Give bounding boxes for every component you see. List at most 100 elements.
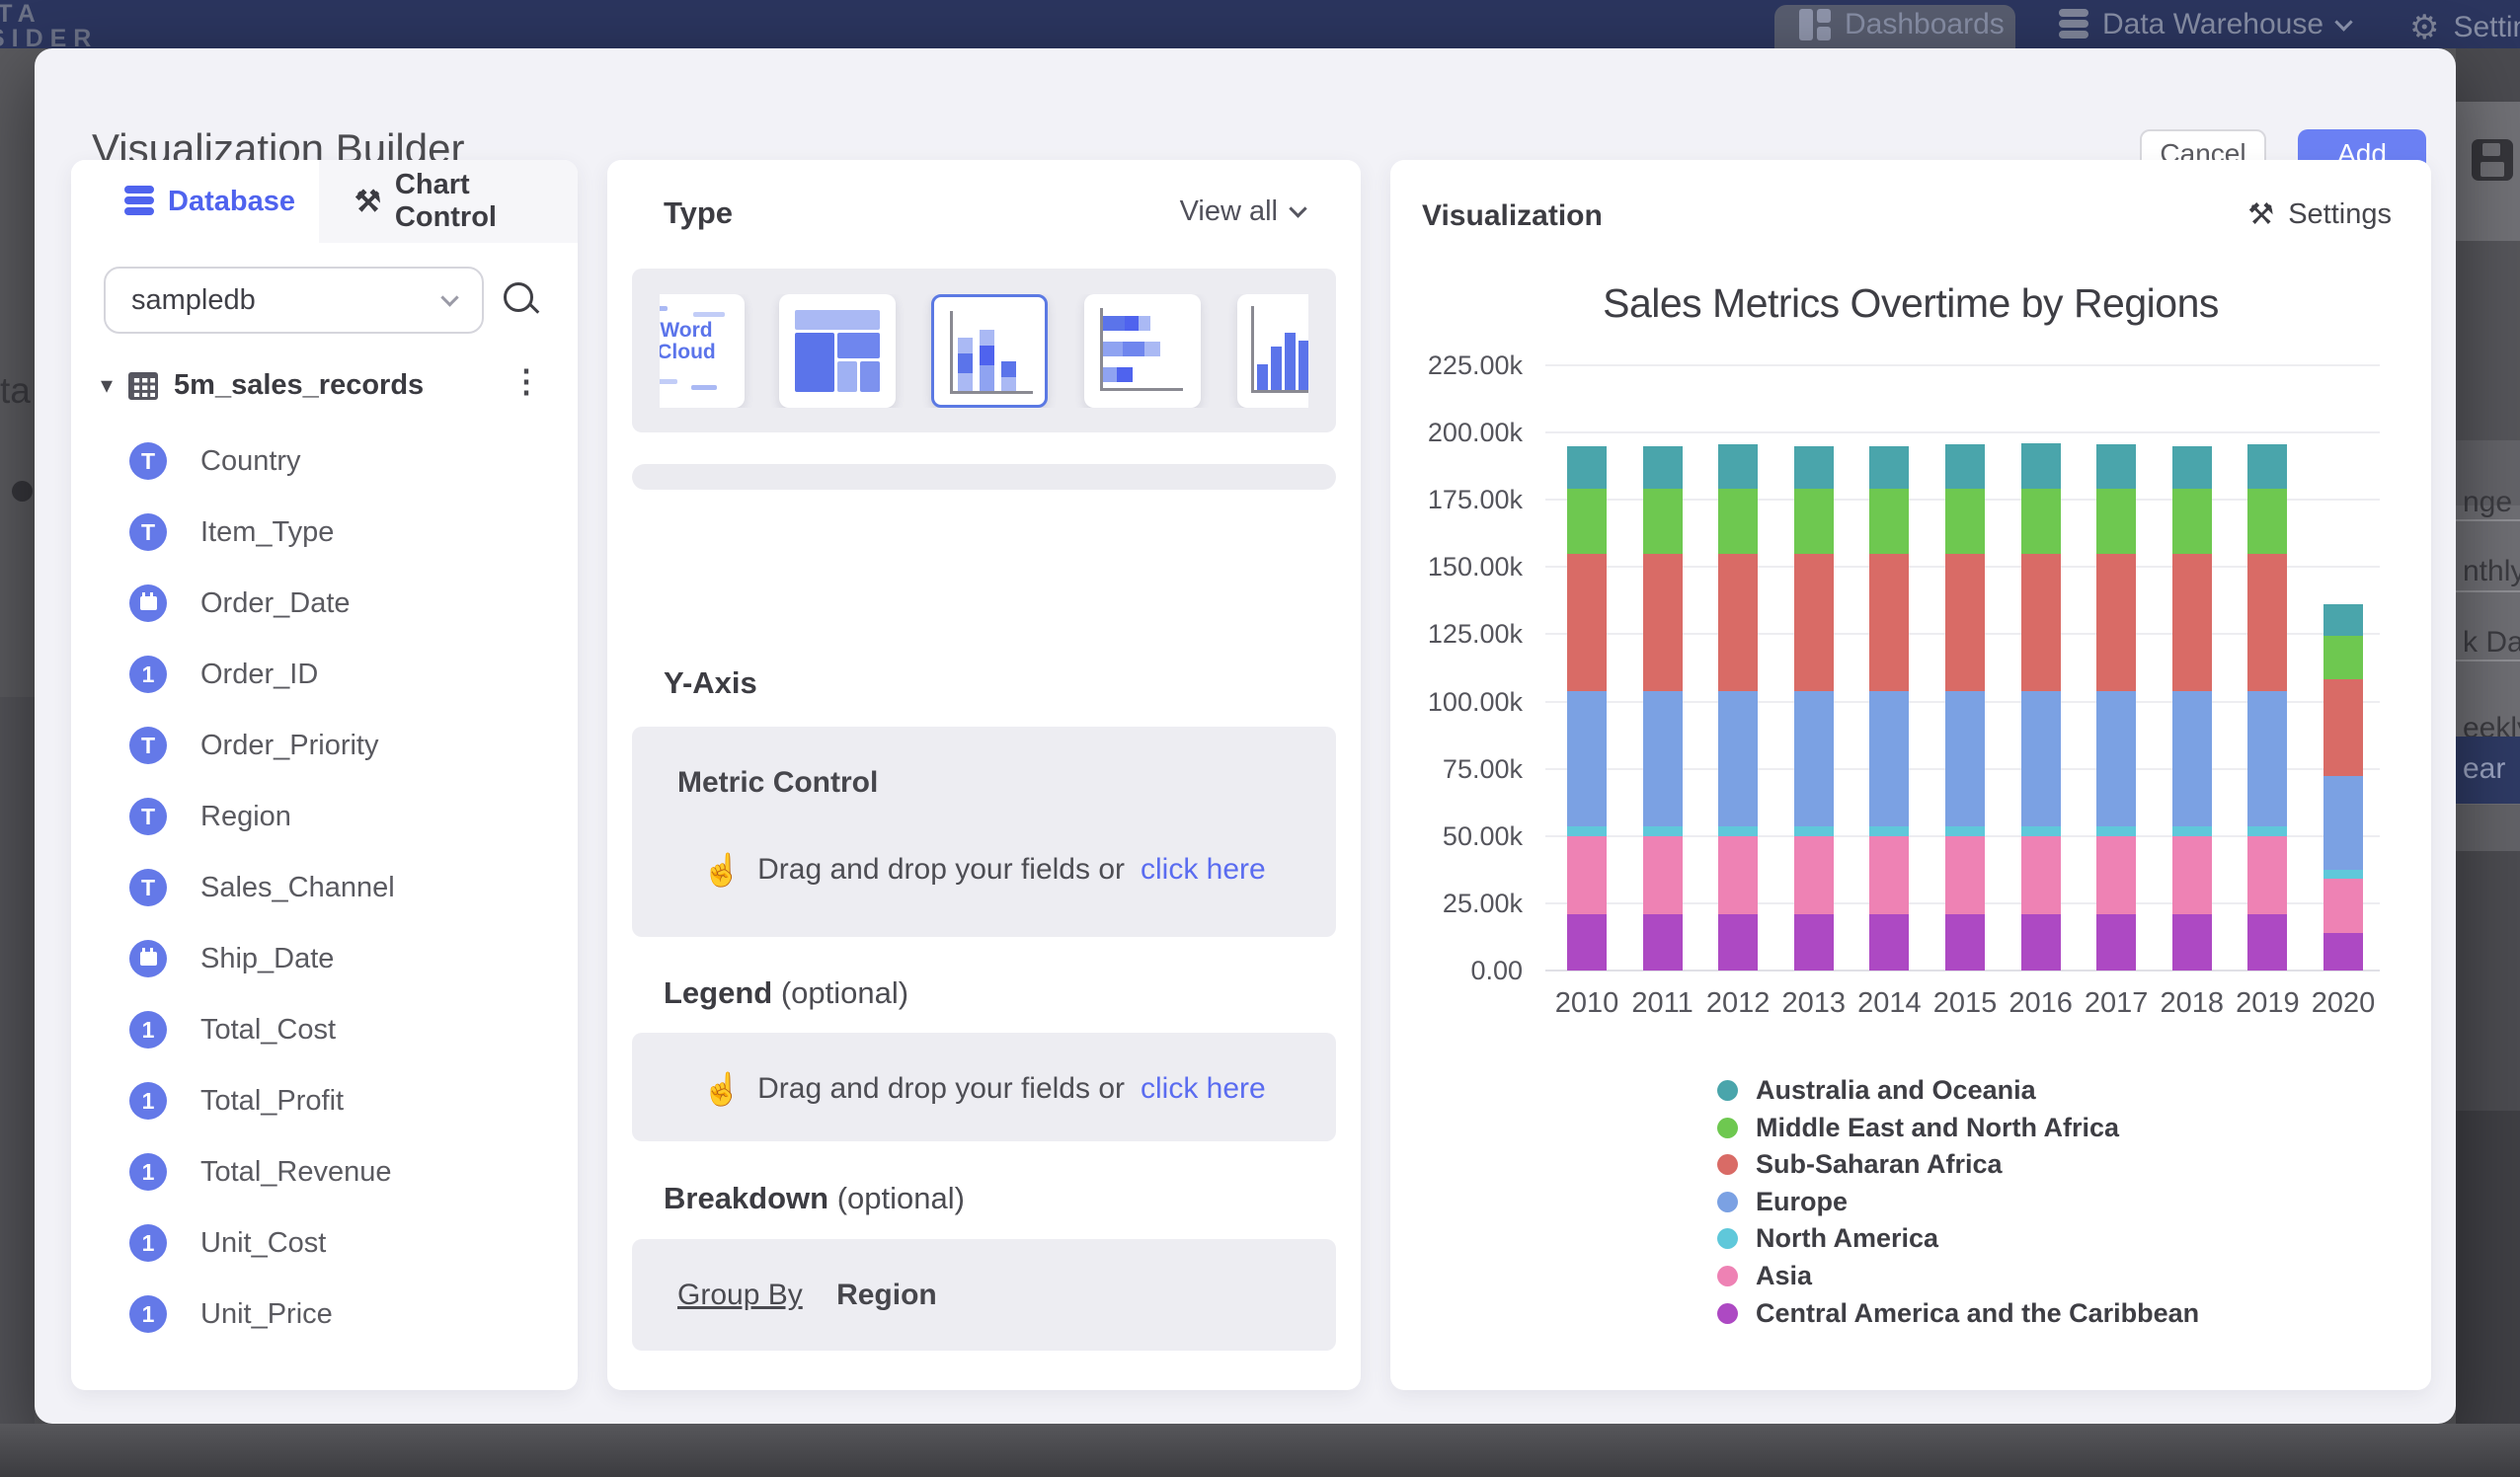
chart-type-word-cloud[interactable]: WordCloud [660,294,745,408]
bar-segment [2021,489,2061,553]
bar-segment [1567,836,1607,914]
legend-click-here-link[interactable]: click here [1141,1072,1266,1106]
gear-icon: ⚙ [2409,8,2439,47]
y-axis-tick-label: 25.00k [1390,889,1523,919]
bar-segment [1869,826,1909,836]
field-name: Unit_Price [200,1298,333,1331]
y-axis-tick-label: 225.00k [1390,350,1523,381]
bar-segment [2323,933,2363,971]
bar-segment [2172,489,2212,553]
legend-item: Asia [1717,1261,1812,1291]
field-item-order_priority[interactable]: TOrder_Priority [129,722,379,769]
view-all-button[interactable]: View all [1180,195,1304,228]
bar-segment [1794,914,1834,971]
calendar-glyph [140,952,157,966]
legend-label: Europe [1756,1187,1848,1217]
bar-segment [2096,489,2136,553]
field-item-region[interactable]: T Region [129,793,291,840]
field-item-unit_price[interactable]: 1Unit_Price [129,1290,333,1338]
y-axis-tick-label: 200.00k [1390,418,1523,448]
group-by-row[interactable]: Group By Region [677,1279,937,1312]
calendar-glyph [140,596,157,610]
search-icon[interactable] [502,280,541,320]
field-item-total_cost[interactable]: 1Total_Cost [129,1006,336,1053]
legend-dropzone[interactable]: ☝ Drag and drop your fields or click her… [632,1033,1336,1141]
page-bottom-shade [0,1424,2520,1477]
chevron-down-icon [1289,199,1306,217]
table-tree-header[interactable]: ▾ 5m_sales_records [101,369,424,402]
bar-segment [1945,914,1985,971]
legend-label: Central America and the Caribbean [1756,1298,2199,1329]
legend-dot [1717,1154,1738,1175]
tab-database[interactable]: Database [71,160,319,243]
bar-segment [1718,444,1758,489]
chart-type-strip: WordCloud [632,269,1336,432]
nav-data-warehouse[interactable]: Data Warehouse [2059,8,2350,41]
bar-segment [1945,554,1985,691]
field-item-sales_channel[interactable]: TSales_Channel [129,864,395,911]
nav-dashboards[interactable]: Dashboards [1799,8,2005,41]
gridline [1545,431,2380,433]
number-type-icon: 1 [129,1011,167,1049]
table-menu-icon[interactable]: ⋮ [511,362,542,400]
field-name: Item_Type [200,516,334,549]
bar-segment [2096,826,2136,836]
background-row-fragment: nge [2463,486,2520,519]
field-item-country[interactable]: TCountry [129,437,301,485]
bar-segment [2096,554,2136,691]
dashboard-grid-icon [1799,9,1831,40]
legend-label: Sub-Saharan Africa [1756,1149,2003,1180]
field-item-item_type[interactable]: TItem_Type [129,508,334,556]
bar-segment [2021,914,2061,971]
field-item-total_profit[interactable]: 1Total_Profit [129,1077,344,1125]
bar-segment [2021,826,2061,836]
bar-segment [2172,914,2212,971]
group-by-label[interactable]: Group By [677,1279,803,1311]
caret-down-icon[interactable]: ▾ [101,371,113,400]
bar-segment [1794,691,1834,827]
calendar-icon [129,940,167,977]
legend-label: North America [1756,1223,1938,1254]
nav-settings[interactable]: ⚙ Settings [2409,8,2520,47]
type-strip-scrollbar[interactable] [632,464,1336,490]
field-item-ship_date[interactable]: Ship_Date [129,935,334,982]
bar-segment [1945,836,1985,914]
builder-panel: Type View all WordCloud Y-Axis Metric Co… [607,160,1361,1390]
bar-segment [2172,691,2212,827]
chevron-down-icon [2334,13,2352,31]
bar-segment [1869,554,1909,691]
metric-control-title: Metric Control [677,766,878,800]
legend-item: Australia and Oceania [1717,1075,2036,1106]
background-row-fragment: k Date [2463,626,2520,660]
field-name: Region [200,801,291,833]
legend-dot [1717,1303,1738,1324]
bar-segment [1567,826,1607,836]
field-item-order_id[interactable]: 1Order_ID [129,651,318,698]
type-heading: Type [664,195,733,231]
bar-segment [2323,776,2363,870]
bar-segment [1567,446,1607,490]
field-item-total_revenue[interactable]: 1Total_Revenue [129,1148,391,1196]
field-item-unit_cost[interactable]: 1Unit_Cost [129,1219,326,1267]
bar-segment [2323,679,2363,776]
bar-segment [2323,879,2363,932]
bar-segment [1869,914,1909,971]
y-axis-heading: Y-Axis [664,665,757,701]
bar-segment [1718,914,1758,971]
text-type-icon: T [129,798,167,835]
chart-type-stacked-column[interactable] [931,294,1048,408]
chart-type-column[interactable] [1237,294,1308,408]
legend-item: Sub-Saharan Africa [1717,1149,2003,1180]
metric-control-dropzone[interactable]: Metric Control ☝ Drag and drop your fiel… [632,727,1336,937]
number-type-icon: 1 [129,1153,167,1191]
background-row-fragment: nthly [2463,555,2520,588]
bar-segment [2247,444,2287,489]
legend-item: Middle East and North Africa [1717,1113,2119,1143]
datasource-select[interactable]: sampledb [104,267,484,334]
field-item-order_date[interactable]: Order_Date [129,580,351,627]
chart-type-stacked-bar[interactable] [1084,294,1201,408]
tab-chart-control[interactable]: ⚒ Chart Control [319,160,578,243]
chart-type-treemap[interactable] [779,294,896,408]
metric-click-here-link[interactable]: click here [1141,853,1266,887]
bar-segment [1718,691,1758,827]
